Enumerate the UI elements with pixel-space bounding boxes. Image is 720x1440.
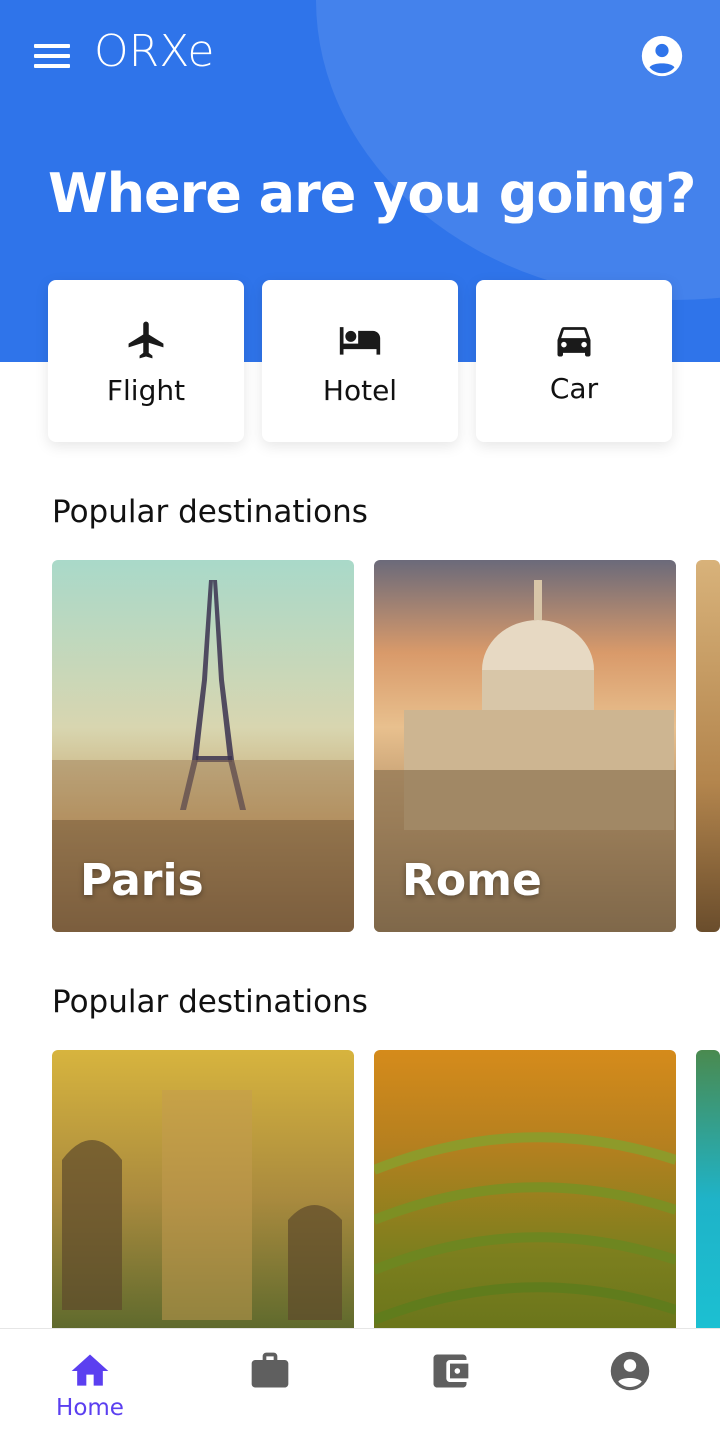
nav-item-wallet[interactable] [390, 1329, 510, 1440]
section-title: Popular destinations [52, 494, 368, 530]
car-icon [557, 327, 591, 357]
nav-label: Home [56, 1395, 124, 1421]
category-card-flight[interactable]: Flight [48, 280, 244, 442]
wallet-icon [433, 1354, 469, 1388]
account-circle-icon[interactable] [640, 34, 684, 78]
category-card-car[interactable]: Car [476, 280, 672, 442]
destination-card-paris[interactable]: Paris [52, 560, 354, 932]
category-label: Car [549, 372, 599, 405]
category-label: Flight [106, 374, 186, 407]
bottom-navigation: Home [0, 1328, 720, 1440]
bed-icon [339, 327, 381, 355]
home-icon [71, 1354, 109, 1386]
briefcase-icon [251, 1352, 289, 1388]
app-logo: ORXe [94, 26, 215, 77]
page-title: Where are you going? [48, 162, 696, 225]
menu-icon[interactable] [34, 42, 70, 70]
destination-name: Rome [402, 855, 542, 906]
airplane-icon [128, 321, 164, 359]
destination-name: Paris [80, 855, 204, 906]
section-title: Popular destinations [52, 984, 368, 1020]
category-label: Hotel [322, 374, 398, 407]
destination-card-partial[interactable] [696, 560, 720, 932]
category-card-hotel[interactable]: Hotel [262, 280, 458, 442]
nav-item-trips[interactable] [210, 1329, 330, 1440]
destination-card-rome[interactable]: Rome [374, 560, 676, 932]
nav-item-profile[interactable] [570, 1329, 690, 1440]
nav-item-home[interactable]: Home [30, 1329, 150, 1440]
destination-image [696, 560, 720, 932]
account-circle-icon [610, 1351, 650, 1391]
